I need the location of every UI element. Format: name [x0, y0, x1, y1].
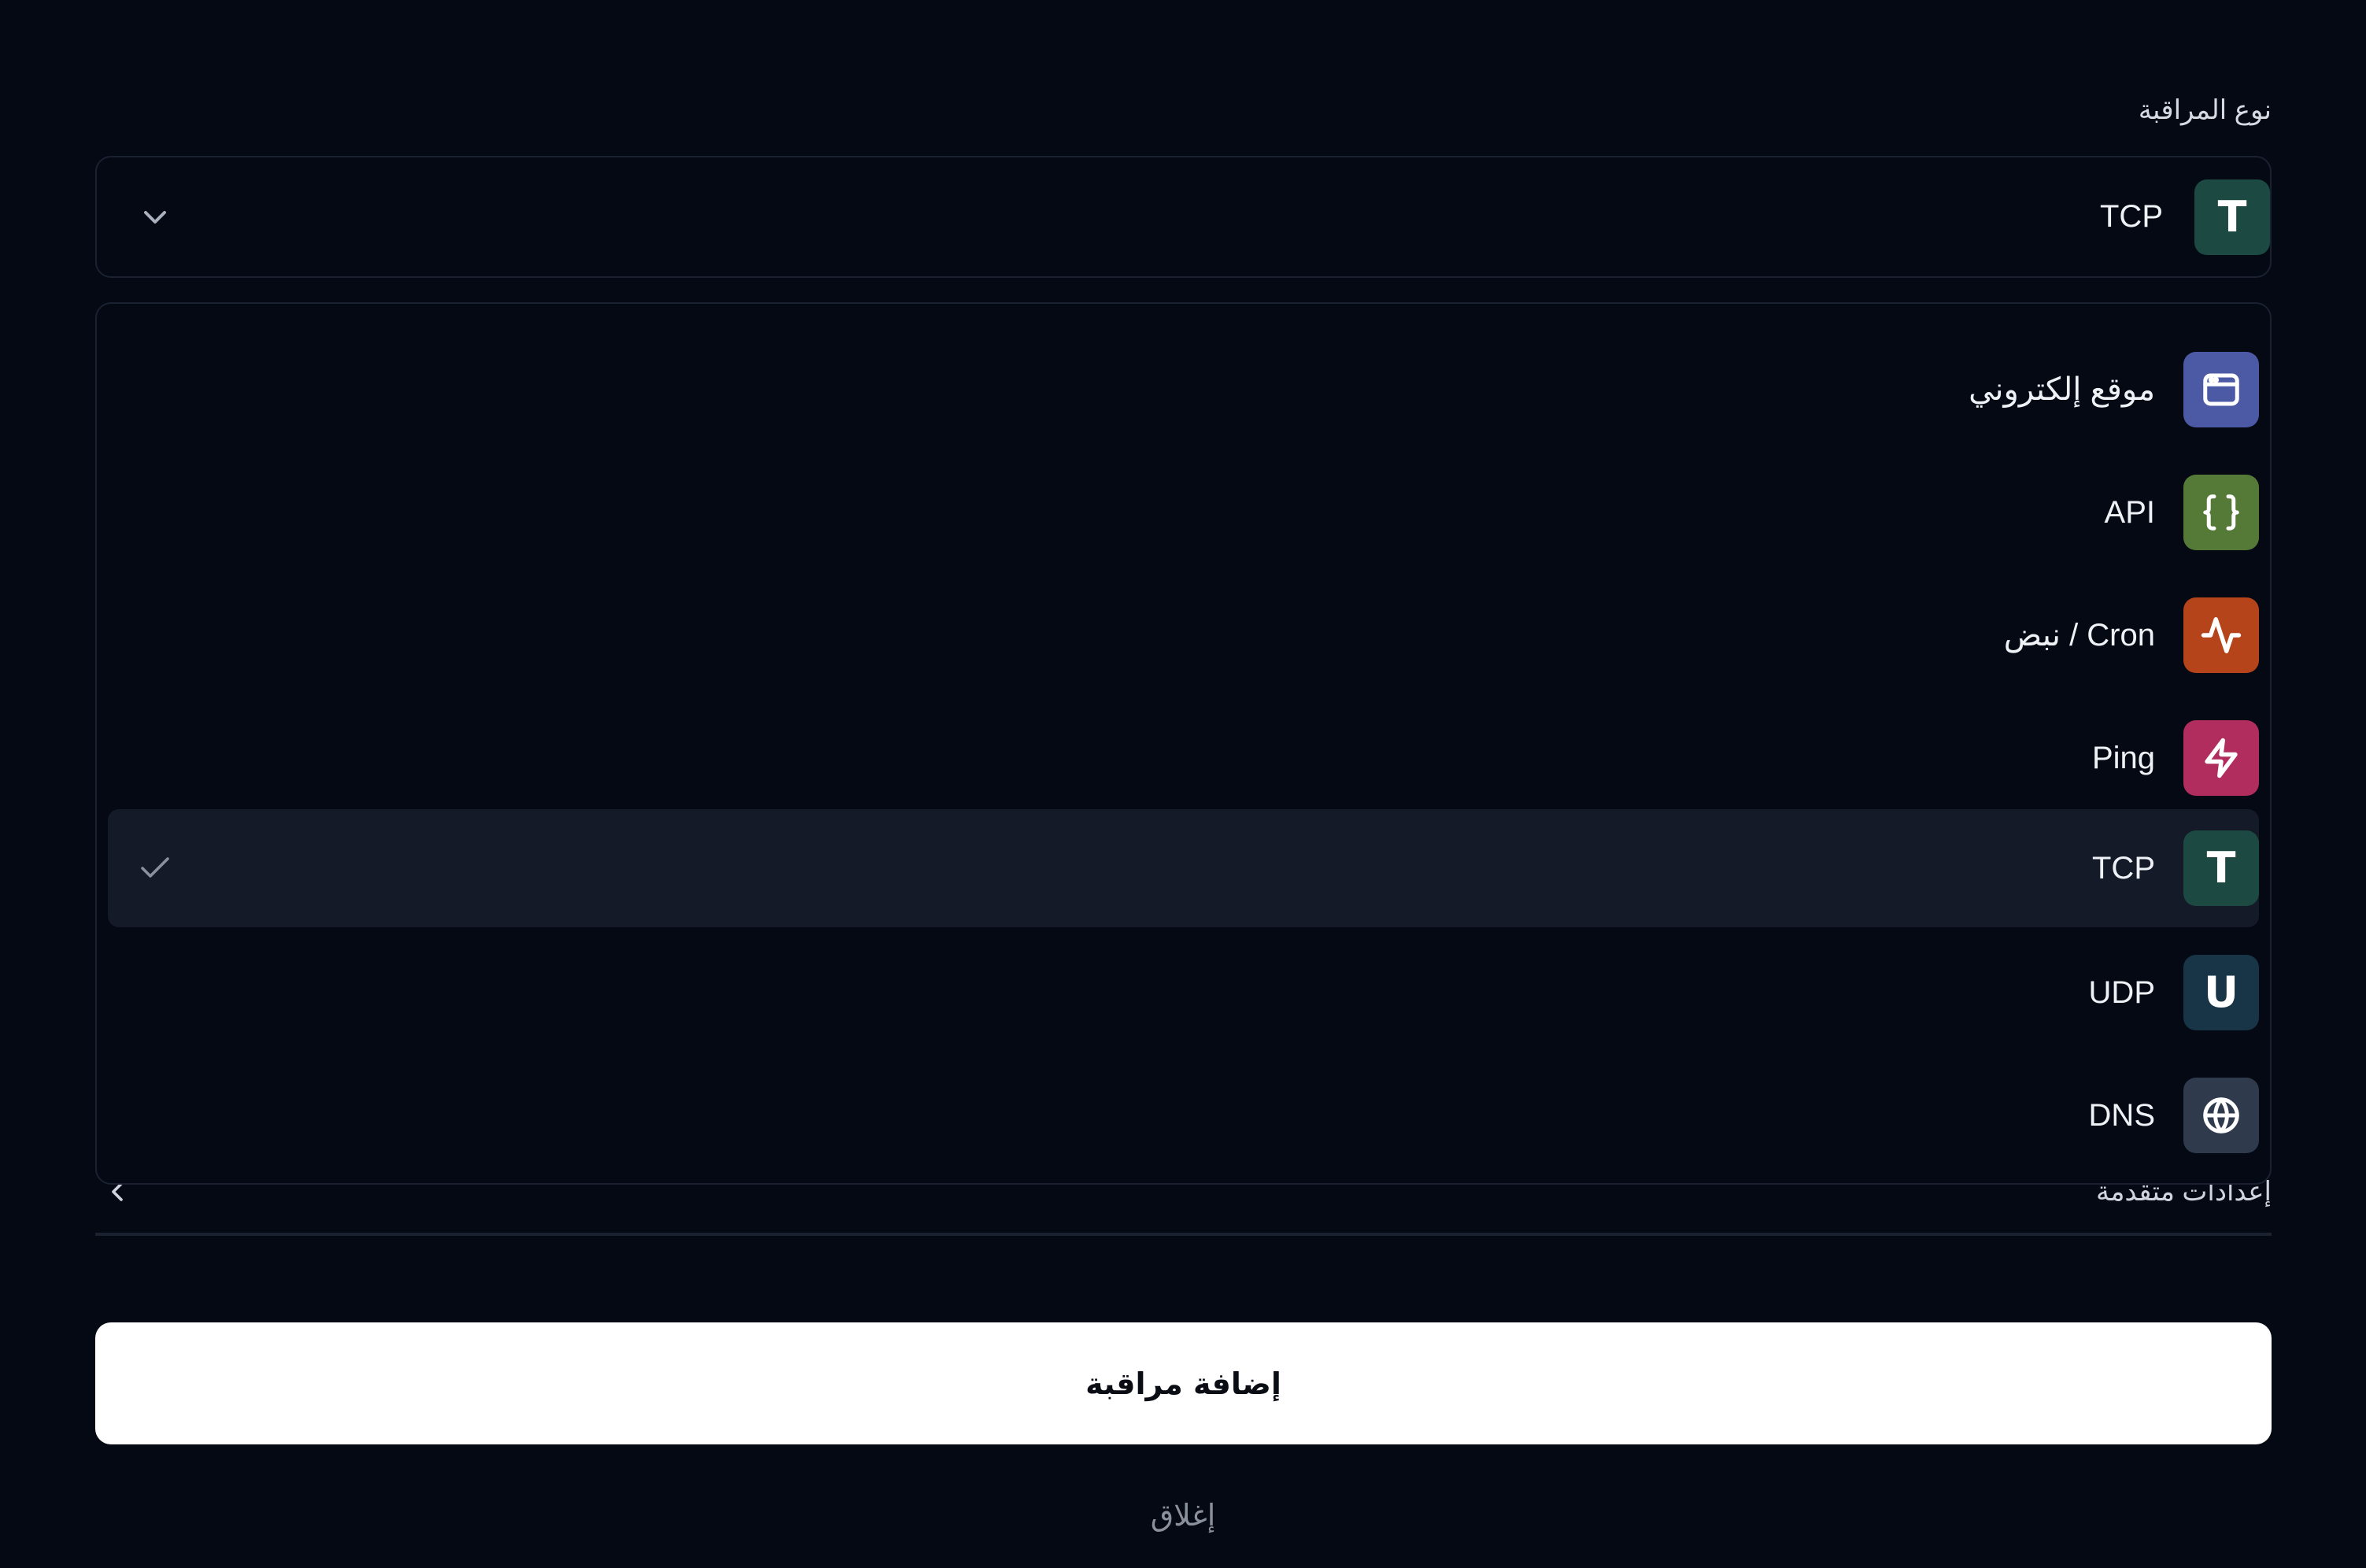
option-cron-heartbeat[interactable]: Cron / نبض — [108, 576, 2259, 694]
option-label: Cron / نبض — [2003, 618, 2155, 653]
option-ping[interactable]: Ping — [108, 699, 2259, 817]
option-letter: U — [2204, 967, 2238, 1017]
option-label: API — [2104, 494, 2155, 530]
selected-letter: T — [2217, 191, 2247, 242]
option-label: موقع إلكتروني — [1969, 372, 2155, 407]
close-button[interactable]: إغلاق — [1026, 1488, 1340, 1543]
option-label: DNS — [2088, 1097, 2155, 1133]
option-udp[interactable]: U UDP — [108, 934, 2259, 1052]
lightning-bolt-icon — [2183, 720, 2259, 796]
globe-icon — [2183, 1078, 2259, 1153]
monitor-type-select[interactable]: T TCP — [95, 156, 2272, 278]
option-tcp[interactable]: T TCP — [108, 809, 2259, 927]
option-dns[interactable]: DNS — [108, 1056, 2259, 1174]
letter-u-icon: U — [2183, 955, 2259, 1030]
selected-value: TCP — [2100, 199, 2163, 234]
monitor-type-options: موقع إلكتروني API Cron / نبض Ping T TCP … — [95, 302, 2272, 1185]
option-api[interactable]: API — [108, 453, 2259, 571]
letter-t-icon: T — [2183, 830, 2259, 906]
option-label: UDP — [2088, 974, 2155, 1010]
activity-pulse-icon — [2183, 597, 2259, 673]
add-monitor-button[interactable]: إضافة مراقبة — [95, 1322, 2272, 1444]
monitor-type-label: نوع المراقبة — [2138, 95, 2272, 125]
option-letter: T — [2206, 843, 2236, 893]
tcp-letter-icon: T — [2194, 179, 2270, 255]
browser-window-icon — [2183, 352, 2259, 427]
curly-braces-icon — [2183, 475, 2259, 550]
option-label: TCP — [2092, 850, 2155, 886]
option-label: Ping — [2091, 740, 2155, 775]
option-website[interactable]: موقع إلكتروني — [108, 331, 2259, 449]
chevron-down-icon[interactable] — [136, 198, 174, 236]
check-icon — [141, 857, 169, 878]
